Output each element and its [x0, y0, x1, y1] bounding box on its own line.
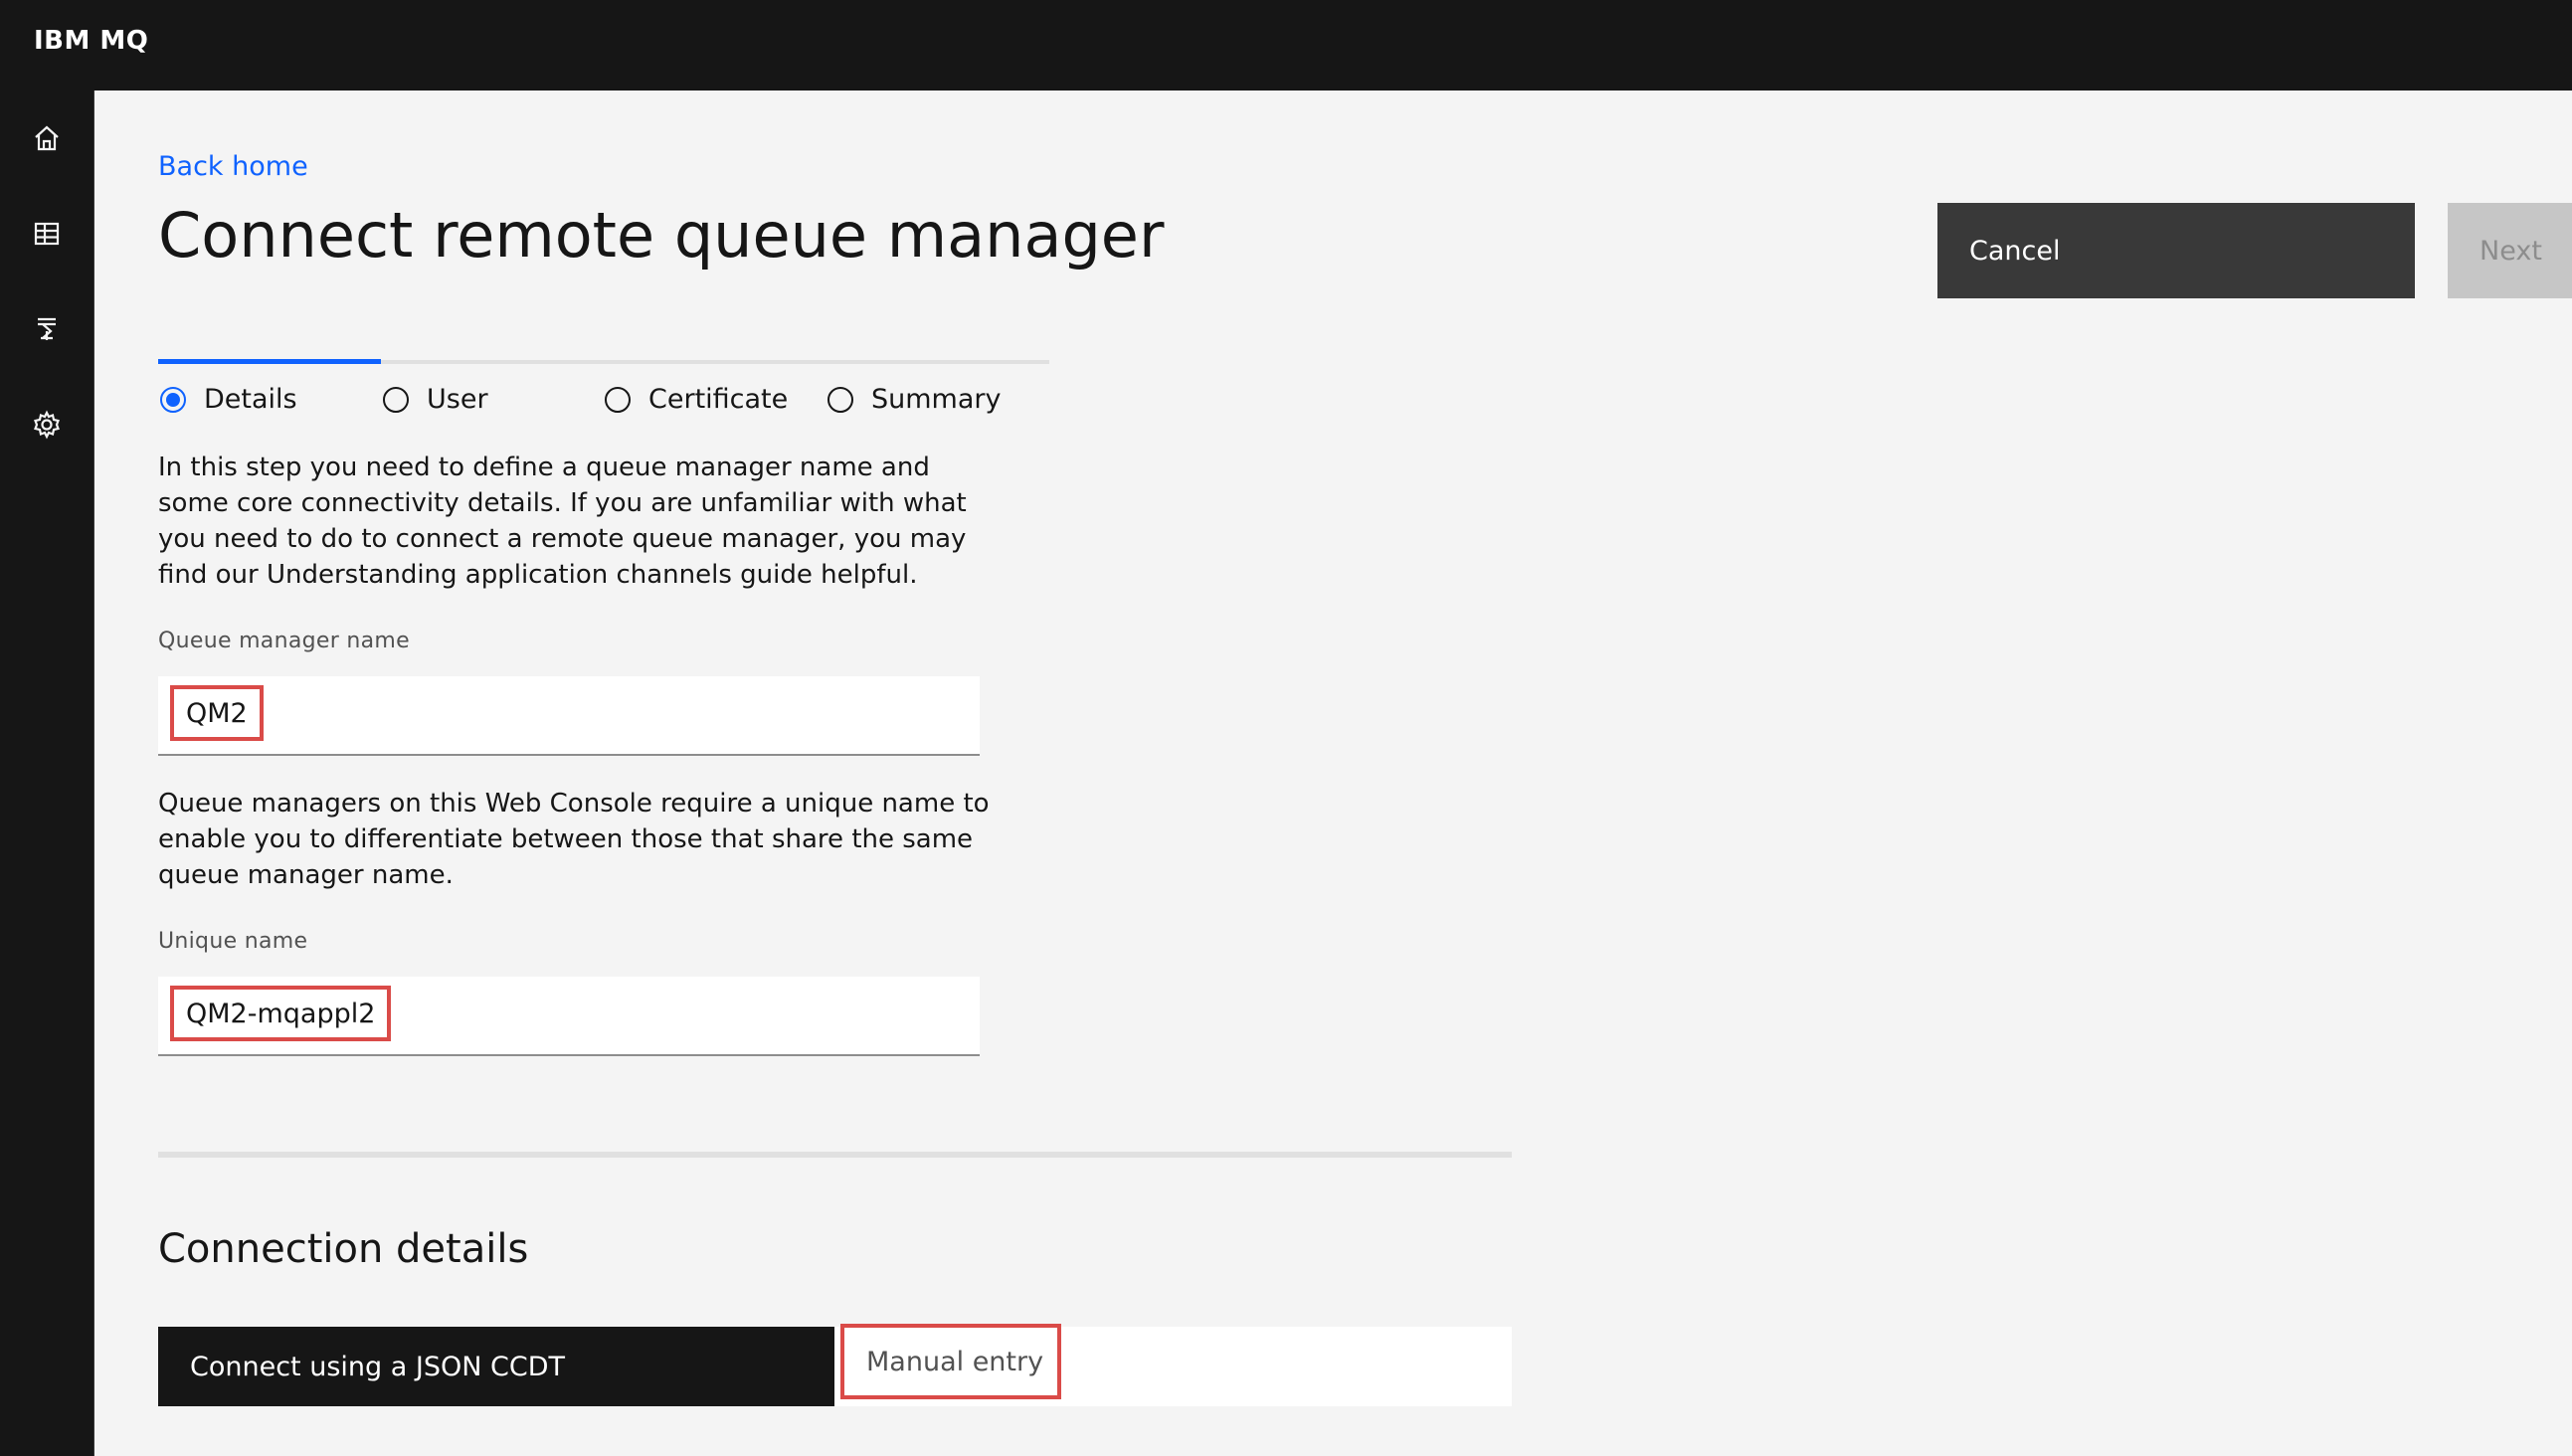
manual-entry-option[interactable]: Manual entry [840, 1324, 1061, 1399]
step-label: Certificate [648, 384, 789, 415]
app-brand[interactable]: IBM MQ [34, 26, 148, 56]
details-intro-text: In this step you need to define a queue … [158, 453, 967, 590]
connection-details-title: Connection details [158, 1226, 529, 1272]
page-title: Connect remote queue manager [158, 199, 1165, 272]
back-home-link[interactable]: Back home [158, 151, 308, 182]
queue-manager-icon[interactable] [27, 309, 67, 349]
step-label: Summary [871, 384, 1002, 415]
unique-name-input[interactable]: QM2-mqappl2 [158, 977, 980, 1056]
step-summary[interactable]: Summary [827, 384, 1001, 415]
step-label: User [427, 384, 488, 415]
queue-manager-name-value: QM2 [170, 685, 264, 741]
connection-method-switcher: Connect using a JSON CCDT Manual entry [158, 1324, 1512, 1406]
progress-fill [158, 359, 381, 364]
unique-name-value: QM2-mqappl2 [170, 986, 392, 1041]
next-button[interactable]: Next [2448, 203, 2572, 298]
queue-manager-name-label: Queue manager name [158, 629, 410, 653]
home-icon[interactable] [27, 118, 67, 158]
queue-manager-name-input[interactable]: QM2 [158, 676, 980, 756]
step-label: Details [204, 384, 297, 415]
gear-icon[interactable] [27, 405, 67, 445]
step-user[interactable]: User [383, 384, 488, 415]
table-icon[interactable] [27, 214, 67, 254]
step-summary-radio-icon [827, 386, 853, 413]
cancel-button[interactable]: Cancel [1937, 203, 2415, 298]
step-user-radio-icon [383, 386, 409, 413]
section-divider [158, 1152, 1512, 1158]
step-certificate[interactable]: Certificate [605, 384, 788, 415]
top-header-bar: IBM MQ [0, 0, 2572, 91]
step-certificate-radio-icon [605, 386, 631, 413]
step-details[interactable]: Details [160, 384, 297, 415]
unique-name-label: Unique name [158, 929, 308, 954]
step-details-radio-icon [160, 386, 186, 413]
sidebar-nav [0, 91, 94, 1456]
json-ccdt-option[interactable]: Connect using a JSON CCDT [158, 1327, 834, 1406]
unique-name-help-text: Queue managers on this Web Console requi… [158, 789, 990, 890]
